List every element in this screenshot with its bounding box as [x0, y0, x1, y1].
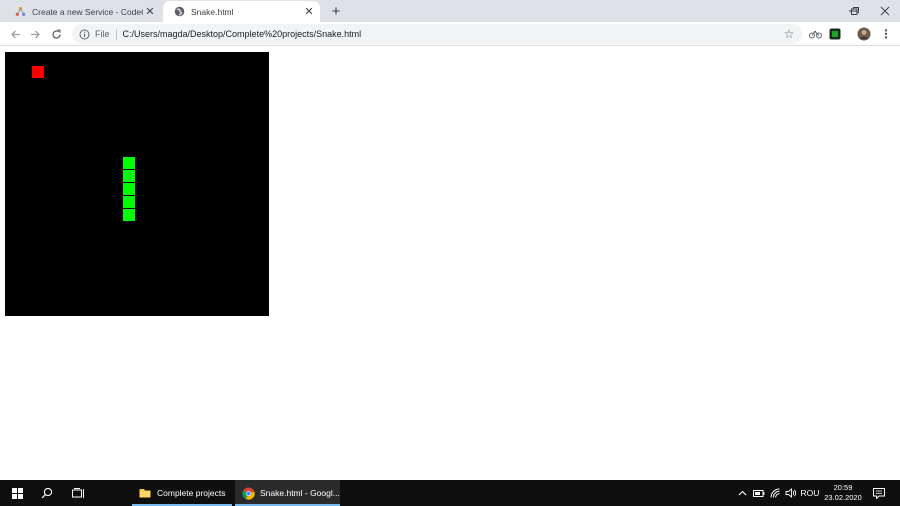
taskbar-app-label: Complete projects [157, 488, 226, 498]
address-bar[interactable]: File C:/Users/magda/Desktop/Complete%20p… [72, 24, 802, 44]
tab-strip: Create a new Service - CodeClerk ✕ Snake… [0, 0, 900, 22]
window-close-icon[interactable] [870, 0, 900, 22]
taskbar-app-label: Snake.html - Googl... [260, 488, 340, 498]
tab-close-icon[interactable]: ✕ [143, 5, 157, 19]
extension-terminal-icon[interactable] [827, 26, 843, 42]
windows-taskbar: Complete projects Snake.html - Googl... … [0, 480, 900, 506]
game-canvas[interactable] [5, 52, 269, 316]
language-indicator[interactable]: ROU [800, 480, 820, 506]
reload-icon[interactable] [47, 25, 65, 43]
chrome-icon [241, 486, 255, 500]
browser-toolbar: File C:/Users/magda/Desktop/Complete%20p… [0, 22, 900, 46]
globe-favicon-icon [173, 6, 185, 18]
taskbar-app-chrome[interactable]: Snake.html - Googl... [235, 480, 340, 506]
volume-icon[interactable] [784, 480, 798, 506]
food-cell [32, 66, 44, 78]
system-clock[interactable]: 20:59 23.02.2020 [820, 483, 866, 503]
chevron-up-icon[interactable] [736, 480, 748, 506]
tab-title: Snake.html [191, 6, 234, 17]
clock-date: 23.02.2020 [824, 493, 862, 502]
snake-segment [123, 196, 135, 208]
battery-icon[interactable] [752, 480, 766, 506]
back-arrow-icon[interactable] [6, 25, 24, 43]
codeclerk-favicon-icon [14, 6, 26, 18]
url-text[interactable]: C:/Users/magda/Desktop/Complete%20projec… [123, 29, 782, 39]
tab-close-icon[interactable]: ✕ [302, 5, 316, 19]
tab-title: Create a new Service - CodeClerk [32, 6, 143, 17]
windows-start-icon[interactable] [2, 480, 32, 506]
snake-segment [123, 183, 135, 195]
wifi-icon[interactable] [768, 480, 782, 506]
snake-segment [123, 157, 135, 169]
chrome-menu-icon[interactable]: ⋮ [878, 26, 894, 42]
page-content [0, 47, 900, 480]
new-tab-button[interactable]: + [327, 2, 345, 20]
folder-icon [138, 486, 152, 500]
browser-window: Create a new Service - CodeClerk ✕ Snake… [0, 0, 900, 480]
tab-codeclerk[interactable]: Create a new Service - CodeClerk ✕ [4, 1, 161, 22]
scheme-label: File [95, 28, 117, 40]
task-view-icon[interactable] [63, 480, 93, 506]
info-icon[interactable] [78, 28, 90, 40]
bookmark-star-icon[interactable]: ☆ [782, 27, 796, 41]
extension-bicycle-icon[interactable] [807, 26, 823, 42]
search-icon[interactable] [32, 480, 62, 506]
clock-time: 20:59 [833, 483, 853, 492]
snake-segment [123, 170, 135, 182]
tab-snake[interactable]: Snake.html ✕ [163, 1, 320, 22]
profile-avatar[interactable] [856, 26, 872, 42]
snake-segment [123, 209, 135, 221]
restore-icon[interactable] [840, 0, 870, 22]
notification-center-icon[interactable] [870, 480, 888, 506]
forward-arrow-icon[interactable] [26, 25, 44, 43]
taskbar-app-explorer[interactable]: Complete projects [132, 480, 232, 506]
